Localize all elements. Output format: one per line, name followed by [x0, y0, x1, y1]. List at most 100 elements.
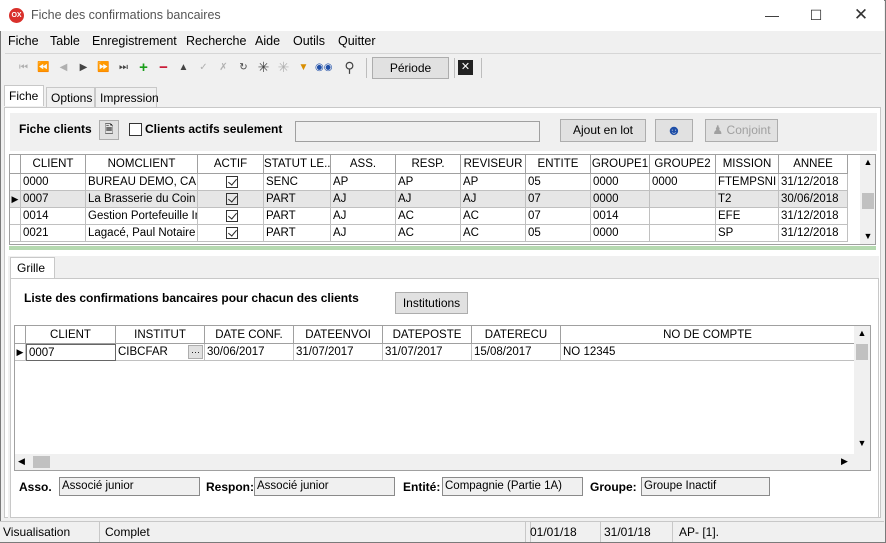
scroll-thumb[interactable]: [856, 344, 868, 360]
entite-field: Compagnie (Partie 1A): [442, 477, 583, 496]
column-header[interactable]: STATUT LE...: [264, 155, 331, 174]
asso-field: Associé junior: [59, 477, 200, 496]
refresh-icon[interactable]: ↻: [235, 58, 252, 77]
clients-actifs-checkbox[interactable]: [129, 123, 142, 136]
periode-button[interactable]: Période: [372, 57, 449, 79]
column-header[interactable]: DATEPOSTE: [383, 326, 472, 344]
column-header[interactable]: GROUPE1: [591, 155, 650, 174]
prev-page-icon[interactable]: ⏪: [35, 58, 52, 77]
close-form-icon[interactable]: ✕: [458, 60, 473, 75]
table-cell: [650, 208, 716, 225]
tab-grille[interactable]: Grille: [10, 257, 55, 278]
horizontal-scrollbar[interactable]: ◀ ▶: [15, 454, 870, 470]
filter-icon[interactable]: ▼: [295, 58, 312, 77]
menu-enregistrement[interactable]: Enregistrement: [92, 34, 177, 48]
toolbar-separator: [454, 58, 455, 78]
scroll-up-icon[interactable]: ▲: [854, 328, 870, 338]
next-page-icon[interactable]: ⏩: [95, 58, 112, 77]
actif-cell[interactable]: [198, 225, 264, 242]
column-header[interactable]: INSTITUT: [116, 326, 205, 344]
vertical-scrollbar[interactable]: ▲ ▼: [860, 155, 875, 244]
menu-quitter[interactable]: Quitter: [338, 34, 376, 48]
table-cell: Lagacé, Paul Notaire: [86, 225, 198, 242]
conjoint-button[interactable]: ♟ Conjoint: [705, 119, 778, 142]
column-header[interactable]: MISSION: [716, 155, 779, 174]
table-cell: AJ: [331, 225, 396, 242]
user-search-icon[interactable]: ☻: [655, 119, 693, 142]
menu-fiche[interactable]: Fiche: [8, 34, 39, 48]
tab-impression[interactable]: Impression: [95, 87, 159, 107]
menu-recherche[interactable]: Recherche: [186, 34, 246, 48]
scroll-right-icon[interactable]: ▶: [841, 456, 848, 467]
actif-cell[interactable]: [198, 174, 264, 191]
confirm-icon[interactable]: ✓: [195, 58, 212, 77]
tab-fiche[interactable]: Fiche: [4, 85, 44, 106]
actif-cell[interactable]: [198, 191, 264, 208]
prev-record-icon[interactable]: ◀: [55, 58, 72, 77]
asterisk-filter-icon[interactable]: ✳: [275, 58, 292, 77]
scroll-up-icon[interactable]: ▲: [860, 157, 875, 167]
actif-checkbox[interactable]: [225, 227, 238, 239]
actif-checkbox[interactable]: [225, 193, 238, 205]
scroll-down-icon[interactable]: ▼: [860, 231, 875, 241]
up-icon[interactable]: ▲: [175, 58, 192, 77]
table-cell: AC: [396, 208, 461, 225]
actif-checkbox[interactable]: [225, 210, 238, 222]
column-header[interactable]: ANNEE: [779, 155, 848, 174]
column-header[interactable]: GROUPE2: [650, 155, 716, 174]
delete-icon[interactable]: −: [155, 58, 172, 77]
menu-outils[interactable]: Outils: [293, 34, 325, 48]
column-header[interactable]: ASS.: [331, 155, 396, 174]
scroll-thumb[interactable]: [862, 193, 874, 209]
column-header[interactable]: CLIENT: [21, 155, 86, 174]
column-header[interactable]: DATERECU: [472, 326, 561, 344]
table-cell: 0000: [591, 225, 650, 242]
table-cell: AC: [461, 225, 526, 242]
vertical-scrollbar[interactable]: ▲ ▼: [854, 326, 870, 454]
menu-aide[interactable]: Aide: [255, 34, 280, 48]
close-icon[interactable]: ✕: [850, 6, 872, 24]
asterisk-icon[interactable]: ✳: [255, 58, 272, 77]
row-indicator: [10, 174, 21, 191]
grid-indicator-header: [10, 155, 21, 174]
first-record-icon[interactable]: ⏮: [15, 58, 32, 77]
last-record-icon[interactable]: ⏭: [115, 58, 132, 77]
table-cell: 31/12/2018: [779, 225, 848, 242]
table-cell: SP: [716, 225, 779, 242]
column-header[interactable]: NOMCLIENT: [86, 155, 198, 174]
cancel-icon[interactable]: ✗: [215, 58, 232, 77]
actif-checkbox[interactable]: [225, 176, 238, 188]
row-indicator: [10, 208, 21, 225]
column-header[interactable]: CLIENT: [26, 326, 116, 344]
column-header[interactable]: RESP.: [396, 155, 461, 174]
client-search-input[interactable]: [295, 121, 540, 142]
scroll-down-icon[interactable]: ▼: [854, 438, 870, 448]
column-header[interactable]: REVISEUR: [461, 155, 526, 174]
column-header[interactable]: NO DE COMPTE: [561, 326, 855, 344]
institutions-button[interactable]: Institutions: [395, 292, 468, 314]
menu-table[interactable]: Table: [50, 34, 80, 48]
binoculars-icon[interactable]: ◉◉: [315, 58, 332, 77]
ajout-en-lot-button[interactable]: Ajout en lot: [560, 119, 646, 142]
table-cell: AJ: [331, 191, 396, 208]
splitter-bar[interactable]: [9, 246, 876, 250]
column-header[interactable]: DATE CONF.: [205, 326, 294, 344]
tab-options[interactable]: Options: [46, 87, 95, 107]
conjoint-label: Conjoint: [726, 123, 771, 137]
institut-lookup-button[interactable]: ···: [188, 345, 203, 359]
table-cell: 31/07/2017: [383, 344, 472, 361]
add-icon[interactable]: +: [135, 58, 152, 77]
minimize-icon[interactable]: —: [761, 6, 783, 24]
groupe-field: Groupe Inactif: [641, 477, 770, 496]
column-header[interactable]: DATEENVOI: [294, 326, 383, 344]
search-icon[interactable]: ⚲: [341, 58, 358, 77]
column-header[interactable]: ENTITE: [526, 155, 591, 174]
column-header[interactable]: ACTIF: [198, 155, 264, 174]
maximize-icon[interactable]: ☐: [805, 6, 827, 24]
scroll-thumb[interactable]: [33, 456, 50, 468]
actif-cell[interactable]: [198, 208, 264, 225]
document-icon[interactable]: 🗎: [99, 120, 119, 140]
scroll-left-icon[interactable]: ◀: [18, 456, 25, 467]
next-record-icon[interactable]: ▶: [75, 58, 92, 77]
confirmations-grid: CLIENT INSTITUT DATE CONF. DATEENVOI DATEPOS…: [14, 325, 871, 471]
